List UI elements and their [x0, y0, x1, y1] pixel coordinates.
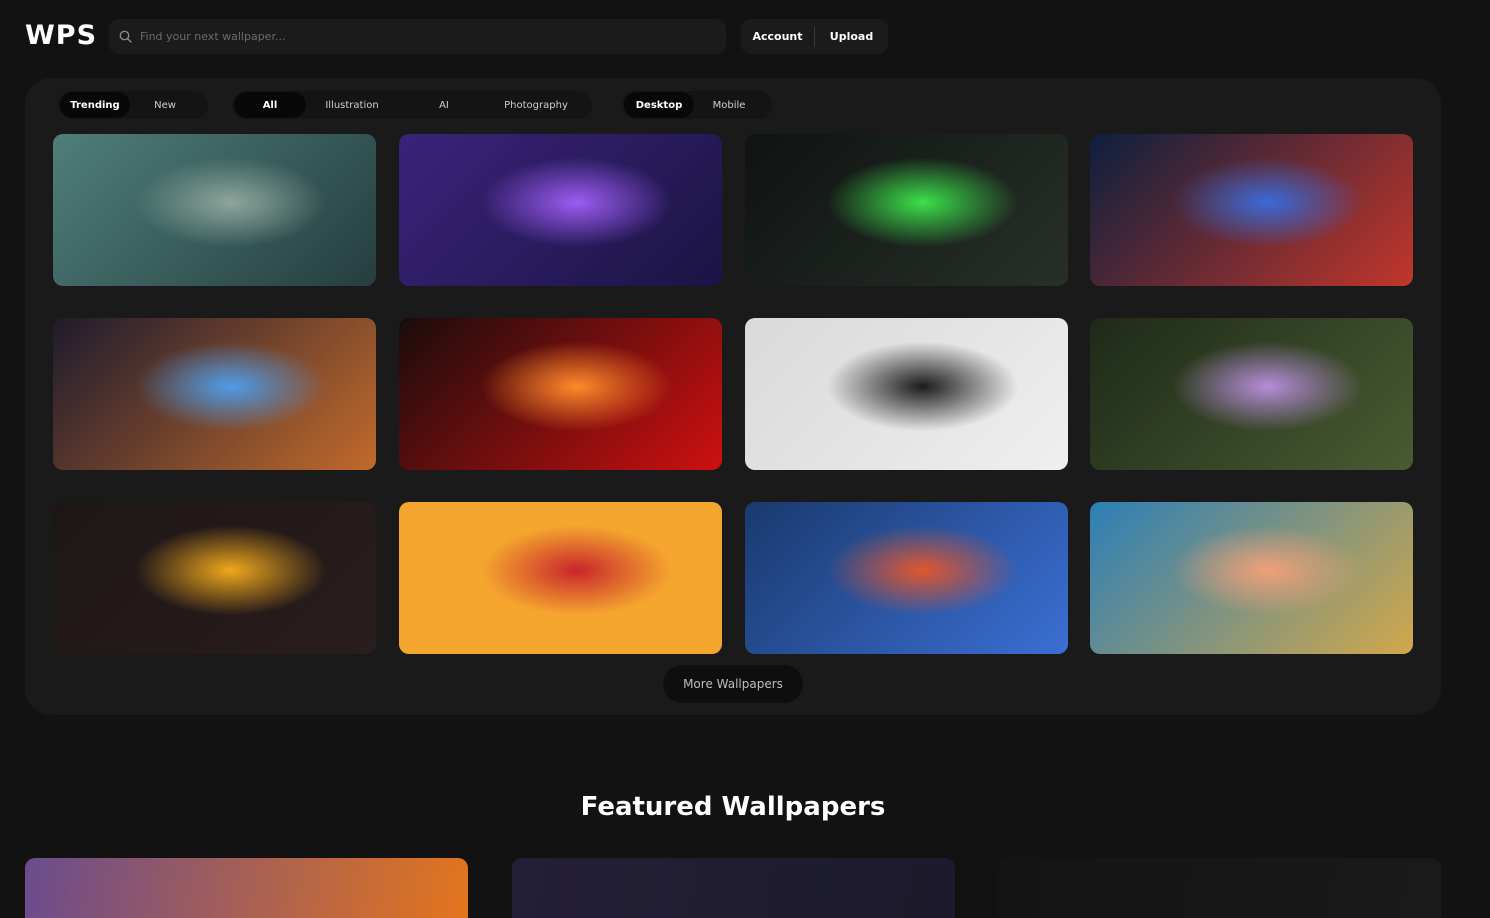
- filter-new[interactable]: New: [130, 92, 200, 118]
- device-filter: Desktop Mobile: [622, 91, 772, 119]
- filter-all[interactable]: All: [234, 92, 306, 118]
- search-input[interactable]: [140, 30, 700, 43]
- featured-thumb-night-sky-dark[interactable]: [512, 858, 955, 918]
- search-icon: [119, 30, 132, 43]
- wallpaper-thumb-samurai-ink-stroke[interactable]: [745, 318, 1068, 470]
- featured-title: Featured Wallpapers: [580, 792, 886, 822]
- wallpaper-thumb-icelandic-waterfall-mountain[interactable]: [1090, 502, 1413, 654]
- wallpaper-thumb-astronaut-flower-field[interactable]: [1090, 318, 1413, 470]
- top-bar: WPS Account Upload: [0, 0, 1490, 74]
- wallpaper-thumb-cosmic-red-nebula[interactable]: [1090, 134, 1413, 286]
- filter-mobile[interactable]: Mobile: [694, 92, 764, 118]
- filter-illustration[interactable]: Illustration: [306, 92, 398, 118]
- site-logo[interactable]: WPS: [25, 20, 97, 51]
- filter-desktop[interactable]: Desktop: [624, 92, 694, 118]
- upload-button[interactable]: Upload: [815, 30, 888, 43]
- wallpaper-thumb-vhs-lightning-girl[interactable]: [53, 502, 376, 654]
- filter-trending[interactable]: Trending: [60, 92, 130, 118]
- wallpaper-thumb-warriors-green-slash[interactable]: [745, 134, 1068, 286]
- wallpaper-thumb-pocky-witch-girl[interactable]: [399, 502, 722, 654]
- account-button[interactable]: Account: [741, 30, 814, 43]
- category-filter: All Illustration AI Photography: [232, 91, 592, 119]
- wallpaper-thumb-kraken-sea-storm[interactable]: [53, 134, 376, 286]
- featured-thumb-dark-shadow[interactable]: [998, 858, 1441, 918]
- wallpaper-panel: Trending New All Illustration AI Photogr…: [25, 78, 1441, 715]
- wallpaper-thumb-gothic-castle-blood-moon[interactable]: [745, 502, 1068, 654]
- featured-thumb-anime-purple-orange[interactable]: [25, 858, 468, 918]
- more-wallpapers-button[interactable]: More Wallpapers: [663, 665, 803, 703]
- filter-photography[interactable]: Photography: [490, 92, 582, 118]
- filter-ai[interactable]: AI: [398, 92, 490, 118]
- sort-filter: Trending New: [58, 91, 208, 119]
- search-bar[interactable]: [109, 19, 726, 54]
- wallpaper-thumb-retro-gamer-room[interactable]: [53, 318, 376, 470]
- wallpaper-thumb-neon-palm-leaves[interactable]: [399, 134, 722, 286]
- account-actions: Account Upload: [741, 19, 888, 54]
- wallpaper-thumb-anime-red-moon-girl[interactable]: [399, 318, 722, 470]
